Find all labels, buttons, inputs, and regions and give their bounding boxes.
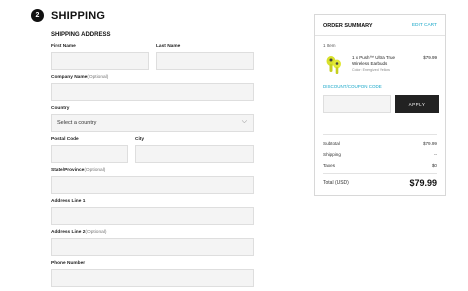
shipping-value: -- <box>433 152 437 157</box>
coupon-code-label[interactable]: DISCOUNT/COUPON CODE <box>323 84 382 89</box>
shipping-label: Shipping <box>323 152 341 157</box>
earbuds-image <box>326 56 341 74</box>
country-select[interactable]: Select a country ⌵ <box>51 114 254 132</box>
address-line-2-label: Address Line 2(Optional) <box>51 230 106 235</box>
edit-cart-link[interactable]: EDIT CART <box>412 23 437 28</box>
step-header: 2 SHIPPING <box>31 9 105 22</box>
subtotal-value: $79.99 <box>422 141 437 146</box>
phone-number-label: Phone Number <box>51 261 86 266</box>
subtotal-label: Subtotal <box>323 141 340 146</box>
coupon-code-input[interactable] <box>323 95 391 113</box>
order-summary-panel: ORDER SUMMARY EDIT CART 1 Item 1 x Push™… <box>314 14 446 196</box>
shipping-address-title: SHIPPING ADDRESS <box>51 32 111 38</box>
city-label: City <box>135 137 145 142</box>
divider <box>315 35 445 36</box>
state-input[interactable] <box>51 176 254 194</box>
postal-code-input[interactable] <box>51 145 128 163</box>
step-number-badge: 2 <box>31 9 44 22</box>
address-line-2-label-text: Address Line 2 <box>51 230 86 235</box>
company-name-label-text: Company Name <box>51 75 88 80</box>
address-line-1-input[interactable] <box>51 207 254 225</box>
state-label: State/Province(Optional) <box>51 168 105 173</box>
first-name-label: First Name <box>51 44 76 49</box>
city-input[interactable] <box>135 145 254 163</box>
product-color: Color: Energized Yellow <box>352 68 390 72</box>
last-name-input[interactable] <box>156 52 254 70</box>
apply-button[interactable]: APPLY <box>395 95 439 113</box>
state-optional-text: (Optional) <box>84 168 106 173</box>
step-title: SHIPPING <box>51 9 106 22</box>
product-price: $79.99 <box>423 55 437 60</box>
taxes-row: Taxes $0 <box>323 163 437 168</box>
divider <box>323 173 437 174</box>
shipping-row: Shipping -- <box>323 152 437 157</box>
postal-code-label: Postal Code <box>51 137 79 142</box>
checkout-page: 2 SHIPPING SHIPPING ADDRESS First Name L… <box>0 0 468 291</box>
first-name-input[interactable] <box>51 52 149 70</box>
subtotal-row: Subtotal $79.99 <box>323 141 437 146</box>
chevron-down-icon: ⌵ <box>241 118 247 125</box>
company-name-input[interactable] <box>51 83 254 101</box>
product-name: 1 x Push™ Ultra True Wireless Earbuds <box>352 55 396 66</box>
phone-number-input[interactable] <box>51 269 254 287</box>
total-row: Total (USD) $79.99 <box>323 178 437 188</box>
company-name-label: Company Name(Optional) <box>51 75 108 80</box>
address-line-1-label: Address Line 1 <box>51 199 86 204</box>
country-label: Country <box>51 106 70 111</box>
country-select-value: Select a country <box>57 120 97 126</box>
company-optional-text: (Optional) <box>87 75 109 80</box>
total-label: Total (USD) <box>323 180 349 186</box>
last-name-label: Last Name <box>156 44 181 49</box>
taxes-label: Taxes <box>323 163 335 168</box>
address-line-2-input[interactable] <box>51 238 254 256</box>
divider <box>323 134 437 135</box>
address-line-2-optional-text: (Optional) <box>85 230 107 235</box>
state-label-text: State/Province <box>51 168 85 173</box>
item-count: 1 Item <box>323 43 336 48</box>
total-value: $79.99 <box>409 178 437 188</box>
taxes-value: $0 <box>431 163 437 168</box>
order-summary-title: ORDER SUMMARY <box>323 23 373 29</box>
